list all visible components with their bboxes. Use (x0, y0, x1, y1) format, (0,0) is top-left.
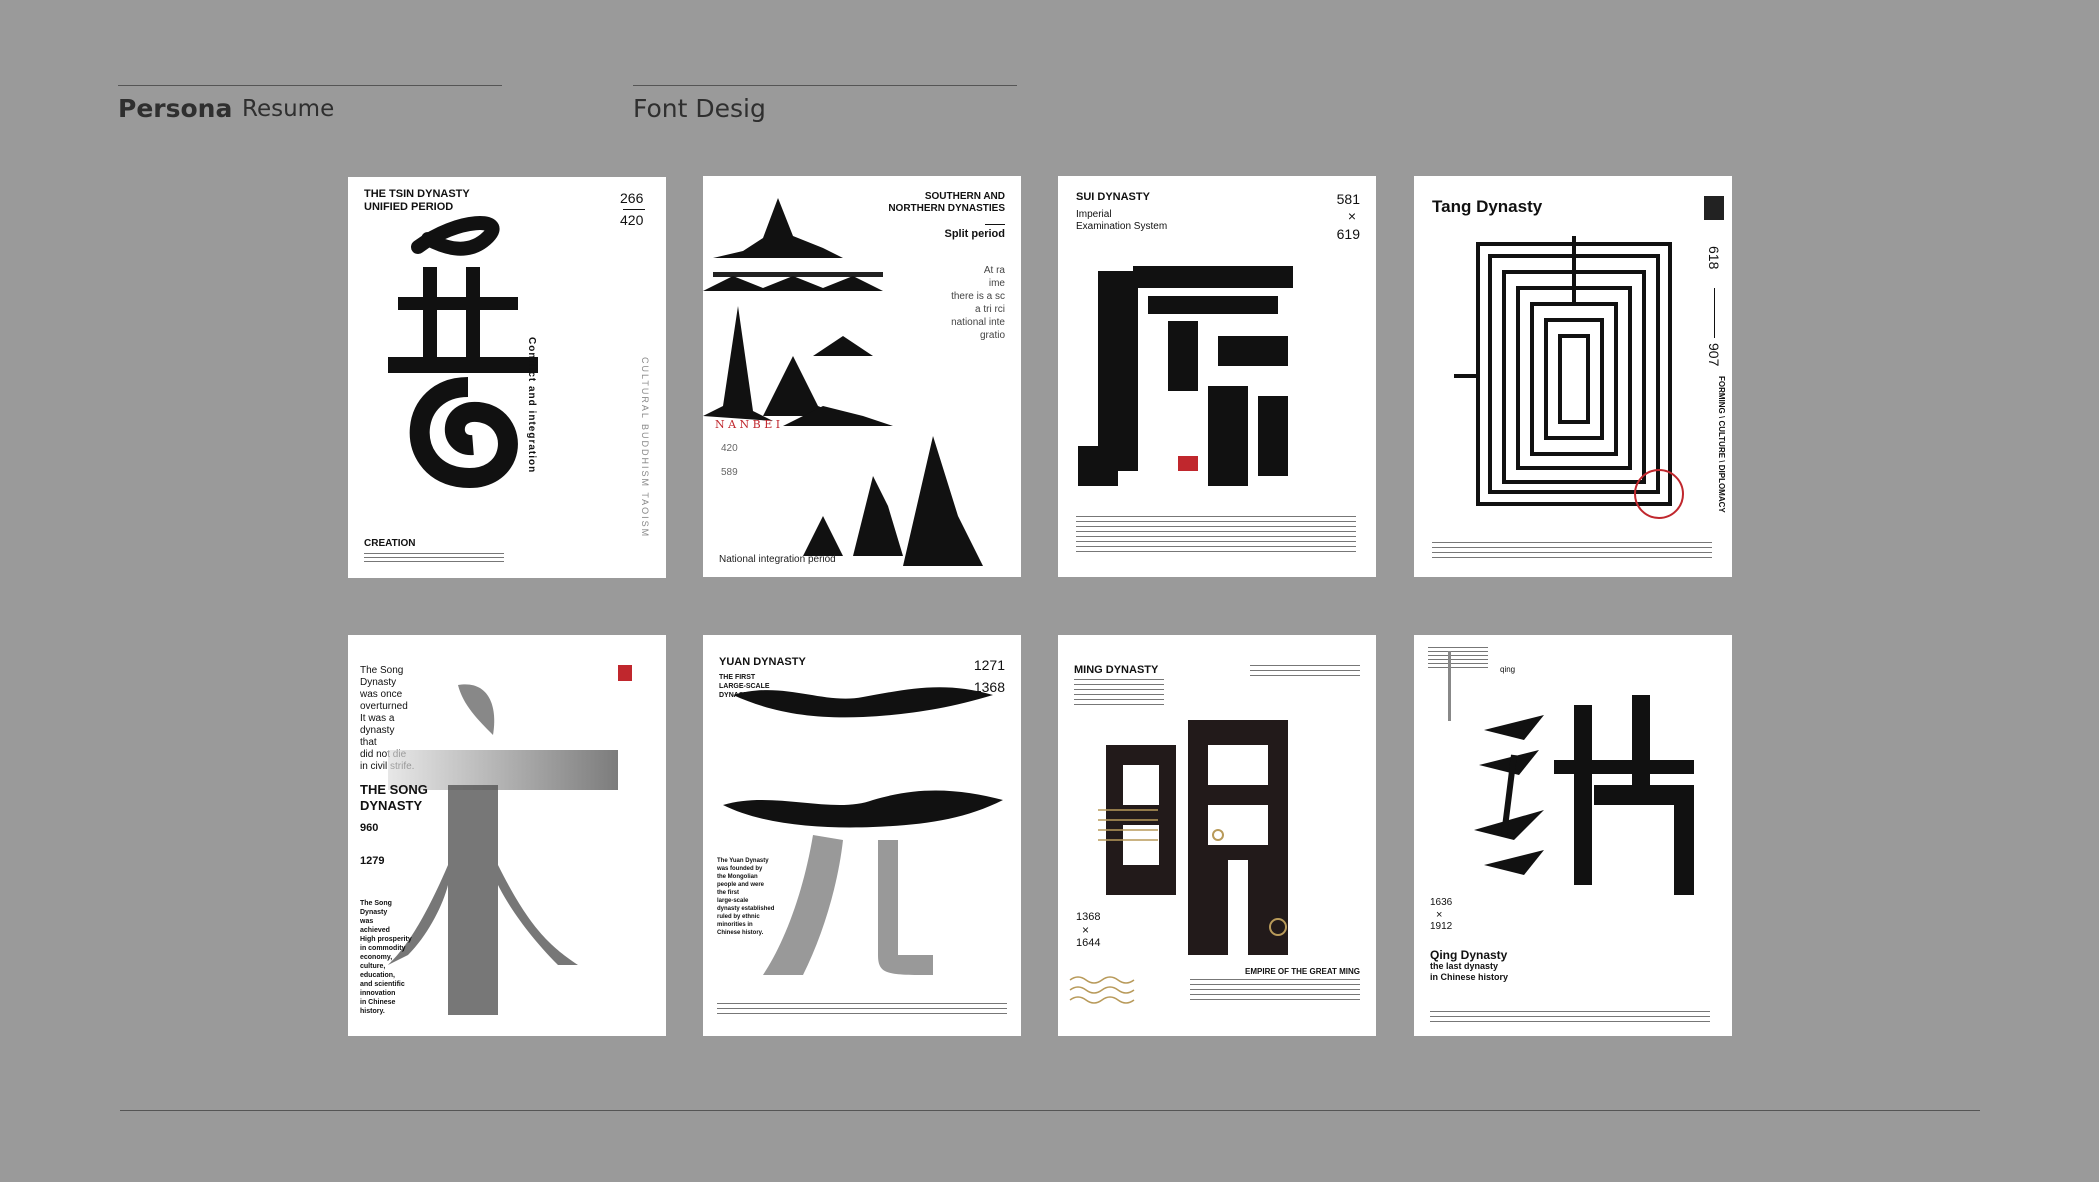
nanbei-mountain-glyph (703, 198, 983, 566)
jin-creation: CREATION (364, 538, 416, 549)
poster-tang-dynasty[interactable]: Tang Dynasty 618 907 FORMING \ CULTURE \… (1414, 176, 1732, 577)
poster-ming-dynasty[interactable]: MING DYNASTY 1368 × 1644 EMPIRE OF THE G… (1058, 635, 1376, 1036)
poster-song-dynasty[interactable]: The Song Dynasty was once overturned It … (348, 635, 666, 1036)
tang-year-start: 618 (1706, 246, 1722, 270)
header-resume[interactable]: Resume (242, 96, 334, 122)
poster-sui-dynasty[interactable]: SUI DYNASTY Imperial Examination System … (1058, 176, 1376, 577)
nanbei-bottom: National integration period (719, 554, 836, 565)
yuan-desc-line: the Mongolian (717, 874, 758, 880)
tang-fine-print (1432, 542, 1712, 562)
song-desc-line: education, (360, 972, 396, 979)
header-persona[interactable]: Persona (118, 94, 232, 123)
yuan-desc-line: ruled by ethnic (717, 914, 760, 920)
nanbei-label: N A N B E I (715, 418, 781, 431)
ming-year-end: 1644 (1076, 937, 1101, 949)
yuan-desc-line: dynasty established (717, 906, 775, 912)
ming-cross: × (1082, 923, 1090, 937)
jin-right-vertical: CULTURAL BUDDHISM TAOISM (640, 357, 650, 539)
nanbei-year-end: 589 (721, 467, 738, 478)
sui-fine-print (1076, 516, 1356, 556)
yuan-desc: The Yuan Dynasty was founded by the Mong… (717, 857, 774, 937)
qing-year-start: 1636 (1430, 897, 1453, 908)
nanbei-year-start: 420 (721, 443, 738, 454)
qing-year-end: 1912 (1430, 921, 1453, 932)
ming-fine-print (1190, 979, 1360, 1003)
song-desc-line: economy, (360, 954, 393, 961)
yuan-desc-line: Chinese history. (717, 930, 764, 936)
song-desc-line: Dynasty (360, 909, 388, 916)
yuan-ink-glyph (723, 687, 1003, 975)
song-desc-line: achieved (360, 927, 390, 934)
yuan-fine-print (717, 1003, 1007, 1017)
header-font-design[interactable]: Font Desig (633, 94, 766, 123)
song-desc-line: The Song (360, 900, 392, 907)
jin-side-text: Conflict and integration (526, 337, 537, 474)
song-desc-line: culture, (360, 963, 386, 970)
qing-sub-2: in Chinese history (1430, 972, 1509, 982)
song-desc-line: was (360, 918, 374, 925)
tang-year-rule (1714, 288, 1715, 338)
footer-rule (120, 1110, 1980, 1111)
song-desc-line: in Chinese (360, 999, 396, 1006)
song-desc-line: history. (360, 1008, 385, 1015)
song-year-start: 960 (360, 822, 379, 834)
qing-title: Qing Dynasty (1430, 948, 1508, 962)
song-title-2: DYNASTY (360, 798, 423, 813)
poster-qing-dynasty[interactable]: qing 1636 × 1912 Qing Dynasty the last d… (1414, 635, 1732, 1036)
jin-fine-print (364, 553, 504, 565)
header-left-rule (118, 85, 502, 86)
qing-fine-print (1430, 1011, 1710, 1023)
song-desc-line: in commodity (360, 945, 406, 952)
song-year-end: 1279 (360, 855, 385, 867)
yuan-desc-line: was founded by (717, 866, 763, 872)
yuan-desc-line: minorities in (717, 922, 753, 928)
song-desc: The Song Dynasty was achieved High prosp… (360, 899, 412, 1016)
tang-year-end: 907 (1706, 343, 1722, 367)
poster-nanbei-dynasties[interactable]: SOUTHERN AND NORTHERN DYNASTIES Split pe… (703, 176, 1021, 577)
poster-yuan-dynasty[interactable]: YUAN DYNASTY THE FIRST LARGE-SCALE DYNAS… (703, 635, 1021, 1036)
poster-jin-dynasty[interactable]: THE TSIN DYNASTY UNIFIED PERIOD 266 420 … (348, 177, 666, 578)
header-right-rule (633, 85, 1017, 86)
yuan-desc-line: the first (717, 890, 740, 896)
qing-sub-1: the last dynasty (1430, 961, 1499, 971)
song-desc-line: and scientific (360, 981, 405, 988)
song-desc-line: High prosperity (360, 936, 412, 943)
yuan-desc-line: people and were (717, 882, 765, 888)
tang-right-vertical: FORMING \ CULTURE \ DIPLOMACY (1717, 376, 1726, 513)
ming-bottom-title: EMPIRE OF THE GREAT MING (1245, 967, 1360, 976)
song-desc-line: innovation (360, 990, 396, 997)
ming-year-start: 1368 (1076, 911, 1101, 923)
qing-cross: × (1436, 909, 1443, 921)
yuan-desc-line: large-scale (717, 898, 749, 904)
song-title-1: THE SONG (360, 782, 428, 797)
yuan-desc-line: The Yuan Dynasty (717, 858, 769, 864)
tang-maze-glyph (1454, 196, 1724, 519)
jin-calligraphy (388, 216, 538, 488)
